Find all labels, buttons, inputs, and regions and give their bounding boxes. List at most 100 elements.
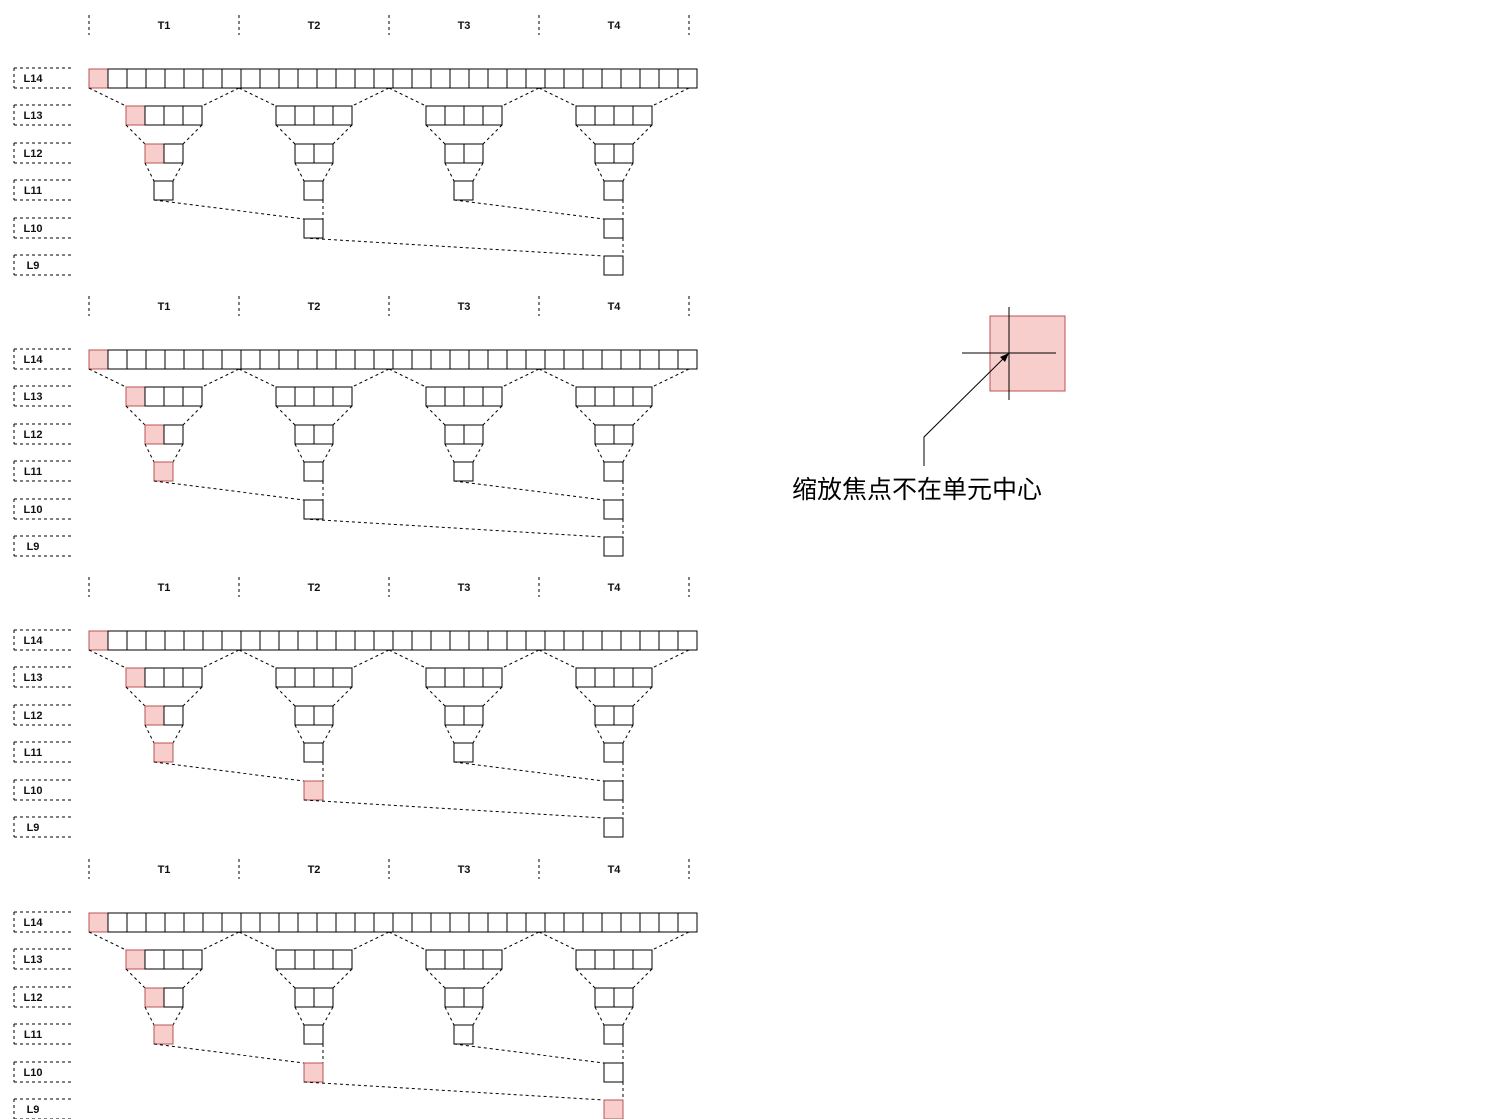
- l14-cell: [506, 68, 527, 89]
- tile-label-t2: T2: [308, 301, 321, 313]
- funnel-line: [182, 124, 203, 145]
- l14-cell: [373, 630, 394, 651]
- l14-cell: [259, 68, 280, 89]
- funnel-line: [444, 1006, 455, 1026]
- l14-cell: [525, 630, 546, 651]
- level-label-l11: L11: [24, 1029, 42, 1041]
- funnel-line: [322, 1006, 334, 1026]
- l13-cell: [482, 105, 503, 126]
- funnel-line: [322, 724, 334, 744]
- funnel-line: [201, 368, 240, 388]
- l12-cell: [144, 143, 165, 164]
- funnel-line: [144, 724, 155, 744]
- l13-cell: [332, 949, 353, 970]
- l14-cell: [658, 630, 679, 651]
- funnel-line: [238, 931, 277, 951]
- level-label-l12: L12: [24, 429, 43, 441]
- funnel-line: [238, 87, 277, 107]
- l11-cell: [603, 461, 624, 482]
- level-label-l12: L12: [24, 710, 43, 722]
- level-label-l10: L10: [24, 223, 43, 235]
- l12-cell: [613, 143, 634, 164]
- funnel-line: [294, 443, 305, 463]
- l14-cell: [468, 349, 489, 370]
- l12-cell: [613, 987, 634, 1008]
- pyramid-diagram-4: T1 T2 T3 T4 L14 L13 L12 L11 L10 L9: [13, 859, 698, 1119]
- l14-cell: [582, 630, 603, 651]
- funnel-line: [144, 443, 155, 463]
- l14-cell: [164, 68, 185, 89]
- l14-cell: [145, 68, 166, 89]
- l14-cell: [601, 912, 622, 933]
- l11-cell: [153, 742, 174, 763]
- l12-cell: [594, 987, 615, 1008]
- l14-cell: [487, 68, 508, 89]
- l11-cell: [603, 1024, 624, 1045]
- level-label-l13: L13: [24, 954, 43, 966]
- funnel-line: [144, 162, 155, 182]
- l10-cell: [603, 499, 624, 520]
- l13-cell: [425, 105, 446, 126]
- funnel-line: [238, 649, 277, 669]
- funnel-line: [622, 1006, 634, 1026]
- l14-cell: [658, 912, 679, 933]
- merge-line: [153, 761, 305, 782]
- funnel-line: [172, 162, 184, 182]
- l14-cell: [88, 68, 109, 89]
- l13-cell: [125, 667, 146, 688]
- l12-cell: [444, 987, 465, 1008]
- merge-line: [303, 1081, 605, 1101]
- l13-cell: [594, 667, 615, 688]
- funnel-line: [472, 162, 484, 182]
- funnel-line: [444, 443, 455, 463]
- l13-cell: [444, 105, 465, 126]
- l14-cell: [392, 912, 413, 933]
- funnel-line: [125, 968, 146, 989]
- funnel-line: [575, 405, 596, 426]
- l14-cell: [278, 68, 299, 89]
- funnel-line: [482, 686, 503, 707]
- l13-cell: [144, 105, 165, 126]
- level-label-l14: L14: [24, 73, 44, 85]
- l14-cell: [240, 630, 261, 651]
- l14-cell: [392, 349, 413, 370]
- l13-cell: [125, 949, 146, 970]
- l11-cell: [453, 1024, 474, 1045]
- l12-cell: [444, 705, 465, 726]
- tile-label-t3: T3: [458, 20, 471, 32]
- l14-cell: [259, 349, 280, 370]
- funnel-line: [444, 162, 455, 182]
- funnel-line: [425, 405, 446, 426]
- l13-cell: [275, 667, 296, 688]
- level-label-l9: L9: [27, 1104, 40, 1116]
- l12-cell: [463, 705, 484, 726]
- l13-cell: [163, 949, 184, 970]
- l13-cell: [444, 667, 465, 688]
- funnel-line: [575, 686, 596, 707]
- l14-cell: [582, 912, 603, 933]
- funnel-line: [538, 649, 577, 669]
- l13-cell: [144, 667, 165, 688]
- l14-cell: [145, 349, 166, 370]
- l11-cell: [153, 180, 174, 201]
- tile-label-t2: T2: [308, 864, 321, 876]
- l13-cell: [125, 105, 146, 126]
- l14-cell: [164, 912, 185, 933]
- l14-cell: [601, 68, 622, 89]
- funnel-line: [351, 87, 390, 107]
- funnel-line: [172, 724, 184, 744]
- l14-cell: [430, 912, 451, 933]
- l14-cell: [487, 630, 508, 651]
- l14-cell: [525, 912, 546, 933]
- l14-cell: [335, 68, 356, 89]
- l14-cell: [563, 68, 584, 89]
- l12-cell: [163, 143, 184, 164]
- funnel-line: [651, 87, 690, 107]
- funnel-line: [182, 405, 203, 426]
- level-label-l13: L13: [24, 391, 43, 403]
- funnel-line: [425, 686, 446, 707]
- l9-cell: [603, 536, 624, 557]
- l14-cell: [620, 912, 641, 933]
- l14-cell: [677, 349, 698, 370]
- l13-cell: [144, 386, 165, 407]
